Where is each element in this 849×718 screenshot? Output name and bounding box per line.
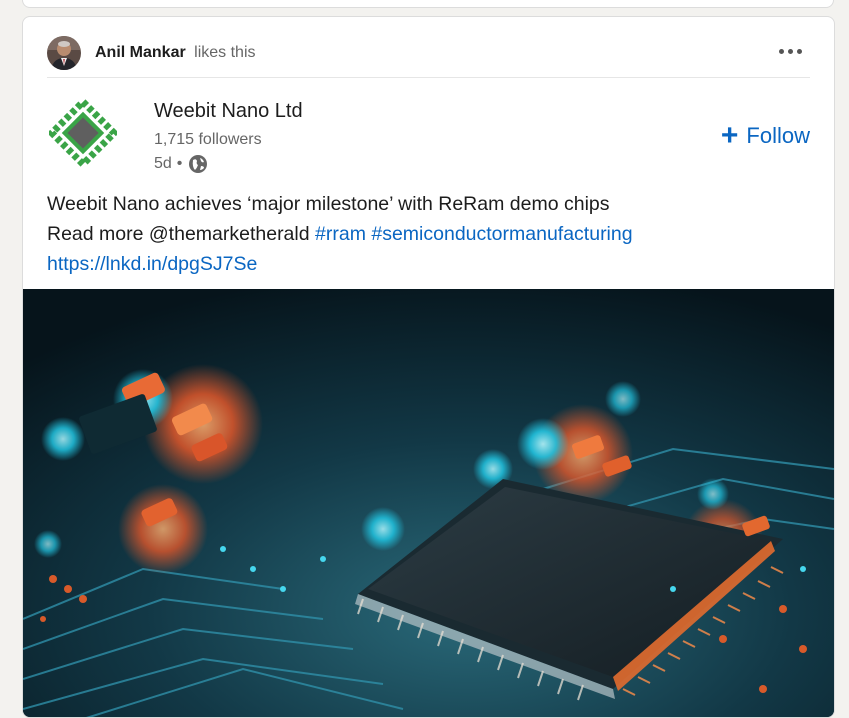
globe-icon [188, 154, 208, 174]
follower-count: 1,715 followers [154, 131, 262, 148]
read-more-text: Read more @themarketherald [47, 223, 310, 245]
company-logo[interactable] [46, 96, 120, 170]
post-time: 5d [154, 155, 172, 172]
post-meta: 5d • [154, 154, 208, 174]
follow-button[interactable]: + Follow [720, 119, 810, 152]
more-horizontal-icon [787, 48, 793, 54]
post-text-line: Weebit Nano achieves ‘major milestone’ w… [47, 193, 610, 215]
social-activity-text: Anil Mankar likes this [95, 44, 256, 62]
article-link[interactable]: https://lnkd.in/dpgSJ7Se [47, 249, 810, 279]
more-horizontal-icon [778, 48, 784, 54]
plus-icon: + [720, 119, 739, 152]
meta-separator: • [176, 155, 183, 172]
follow-label: Follow [746, 123, 810, 148]
hashtag-link[interactable]: #rram [315, 223, 366, 245]
post-commentary: Weebit Nano achieves ‘major milestone’ w… [47, 189, 810, 279]
company-actor: Weebit Nano Ltd 1,715 followers 5d • + F… [46, 95, 810, 185]
circuit-board-image [23, 289, 834, 717]
post-image[interactable] [23, 289, 834, 717]
activity-action: likes this [194, 44, 256, 61]
more-horizontal-icon [796, 48, 802, 54]
actor-name[interactable]: Anil Mankar [95, 44, 186, 61]
actor-avatar[interactable] [47, 36, 81, 70]
feed-post-card: Anil Mankar likes this Weebit Nano Ltd 1… [22, 16, 835, 718]
post-text-line: Read more @themarketherald #rram #semico… [47, 219, 810, 249]
company-name[interactable]: Weebit Nano Ltd [154, 100, 303, 123]
more-options-button[interactable] [770, 39, 810, 63]
hashtag-link[interactable]: #semiconductormanufacturing [371, 223, 632, 245]
previous-post-card [22, 0, 834, 8]
social-activity-header: Anil Mankar likes this [47, 29, 810, 78]
